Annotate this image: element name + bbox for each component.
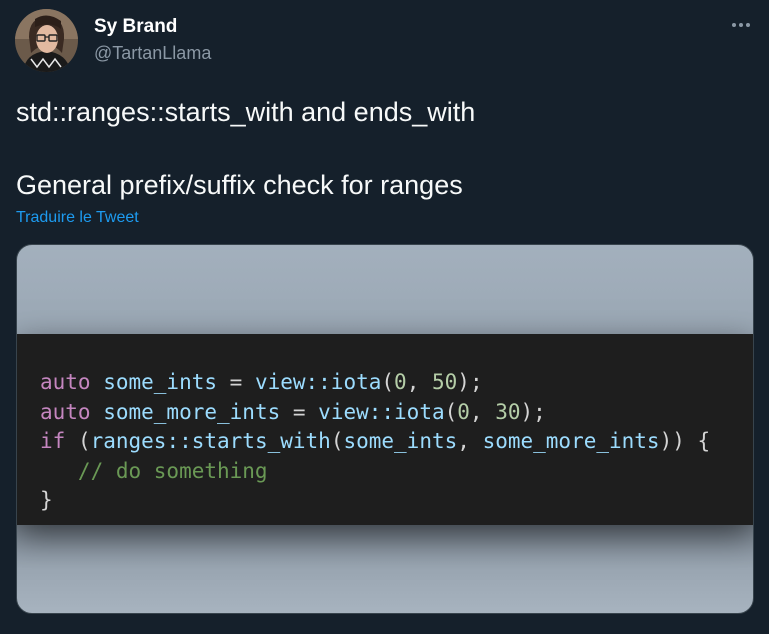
tweet-media-image[interactable]: auto some_ints = view::iota(0, 50); auto … <box>16 244 754 614</box>
code-snippet-window: auto some_ints = view::iota(0, 50); auto … <box>17 334 753 525</box>
code-operator: = <box>217 370 255 394</box>
code-function: view::iota <box>318 399 445 424</box>
code-punctuation: ( <box>444 399 458 424</box>
code-keyword: auto <box>40 370 91 394</box>
code-line-4: // do something <box>40 457 710 487</box>
avatar-image <box>15 9 78 72</box>
author-avatar[interactable] <box>15 9 78 72</box>
code-punctuation: ( <box>381 370 395 394</box>
code-identifier: some_more_ints <box>482 429 660 453</box>
code-punctuation: ); <box>457 370 483 394</box>
code-punctuation: } <box>40 488 53 512</box>
code-punctuation: , <box>406 370 432 394</box>
code-number: 0 <box>394 370 407 394</box>
code-line-5: } <box>40 486 710 516</box>
code-number: 30 <box>495 399 521 424</box>
code-keyword: if <box>40 429 66 453</box>
code-punctuation: , <box>469 399 496 424</box>
code-line-2: auto some_more_ints = view::iota(0, 30); <box>40 398 710 428</box>
code-operator: = <box>280 399 319 424</box>
code-punctuation: ); <box>520 399 546 424</box>
more-options-button[interactable] <box>726 12 756 38</box>
more-horizontal-icon <box>732 23 750 27</box>
code-keyword: auto <box>40 399 91 424</box>
code-identifier: some_ints <box>90 370 218 394</box>
translate-tweet-link[interactable]: Traduire le Tweet <box>16 208 139 228</box>
code-identifier: some_more_ints <box>90 399 281 424</box>
code-punctuation: ( <box>330 429 344 453</box>
code-identifier: some_ints <box>343 429 458 453</box>
code-function: view::iota <box>254 370 382 394</box>
code-punctuation: , <box>457 429 483 453</box>
code-punctuation: ( <box>65 429 91 453</box>
code-function: ranges::starts_with <box>90 429 331 453</box>
code-snippet: auto some_ints = view::iota(0, 50); auto … <box>40 368 710 516</box>
code-comment: // do something <box>40 458 268 483</box>
code-line-3: if (ranges::starts_with(some_ints, some_… <box>40 427 710 457</box>
tweet-text-line-2: General prefix/suffix check for ranges <box>16 170 463 200</box>
tweet-text-line-1: std::ranges::starts_with and ends_with <box>16 97 476 127</box>
code-number: 0 <box>457 399 470 424</box>
author-name[interactable]: Sy Brand <box>94 16 177 38</box>
code-number: 50 <box>432 370 458 394</box>
code-punctuation: )) { <box>659 429 711 453</box>
code-line-1: auto some_ints = view::iota(0, 50); <box>40 368 710 398</box>
author-handle[interactable]: @TartanLlama <box>94 42 211 64</box>
